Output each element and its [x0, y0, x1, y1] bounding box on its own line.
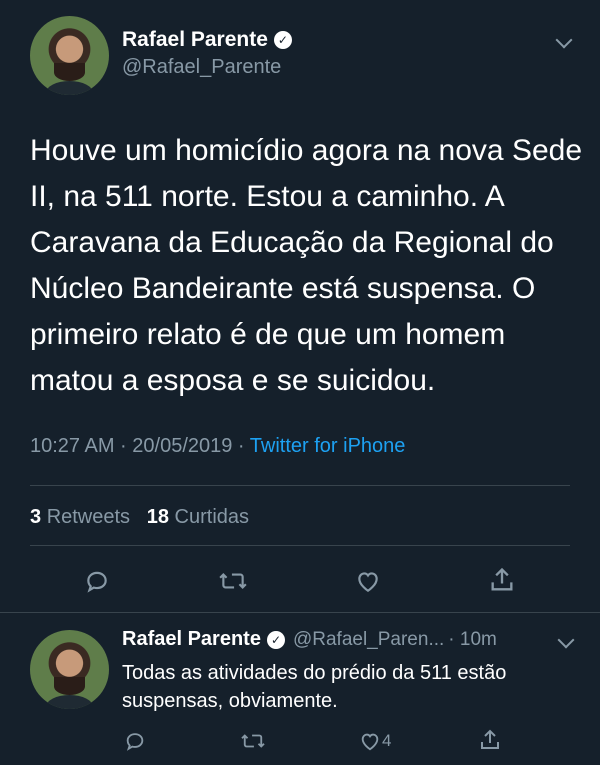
reply-reply-button[interactable]	[124, 730, 146, 752]
chevron-down-icon[interactable]	[555, 31, 573, 49]
author-name[interactable]: Rafael Parente	[122, 28, 268, 52]
likes-stat[interactable]: 18 Curtidas	[147, 506, 249, 528]
tweet-source-link[interactable]: Twitter for iPhone	[250, 435, 406, 457]
reply-author-name[interactable]: Rafael Parente	[122, 628, 261, 651]
author-handle[interactable]: @Rafael_Parente	[122, 56, 281, 79]
tweet-stats: 3 Retweets 18 Curtidas	[30, 506, 249, 529]
reply-button[interactable]	[84, 568, 110, 594]
reply-author-handle[interactable]: @Rafael_Paren...	[293, 629, 444, 651]
share-icon	[481, 729, 499, 749]
divider	[30, 485, 570, 486]
retweet-icon	[241, 734, 265, 748]
author-avatar[interactable]	[30, 16, 109, 95]
author-name-row[interactable]: Rafael Parente ✓	[122, 28, 292, 52]
reply-retweet-button[interactable]	[240, 730, 266, 752]
verified-badge-icon: ✓	[273, 31, 292, 49]
tweet-timestamp: 10:27 AM · 20/05/2019 ·	[30, 435, 250, 457]
reply-time[interactable]: · 10m	[448, 629, 497, 651]
reply-author-avatar[interactable]	[30, 630, 109, 709]
share-button[interactable]	[488, 566, 516, 594]
likes-count: 18	[146, 506, 169, 528]
reply-header: Rafael Parente ✓ @Rafael_Paren... · 10m	[122, 628, 497, 651]
reply-text: Todas as atividades do prédio da 511 est…	[122, 662, 507, 712]
like-icon	[361, 733, 379, 751]
reply-icon	[126, 733, 144, 751]
chevron-down-icon[interactable]	[557, 631, 575, 649]
reply-like-button[interactable]: 4	[358, 730, 391, 752]
retweets-stat[interactable]: 3 Retweets	[30, 506, 130, 528]
share-icon	[491, 567, 513, 591]
retweets-count: 3	[30, 506, 42, 528]
verified-badge-icon: ✓	[266, 630, 285, 649]
like-icon	[358, 572, 378, 593]
retweet-button[interactable]	[218, 568, 248, 594]
retweets-label: Retweets	[46, 506, 131, 528]
tweet-meta: 10:27 AM · 20/05/2019 · Twitter for iPho…	[30, 435, 405, 458]
divider	[30, 545, 570, 546]
tweet-separator	[0, 612, 600, 613]
reply-likes-count: 4	[382, 731, 392, 750]
reply-icon	[87, 571, 107, 593]
like-button[interactable]	[354, 568, 382, 594]
likes-label: Curtidas	[174, 506, 250, 528]
retweet-icon	[219, 573, 247, 589]
reply-share-button[interactable]	[478, 728, 502, 752]
tweet-text: Houve um homicídio agora na nova Sede II…	[30, 134, 583, 397]
